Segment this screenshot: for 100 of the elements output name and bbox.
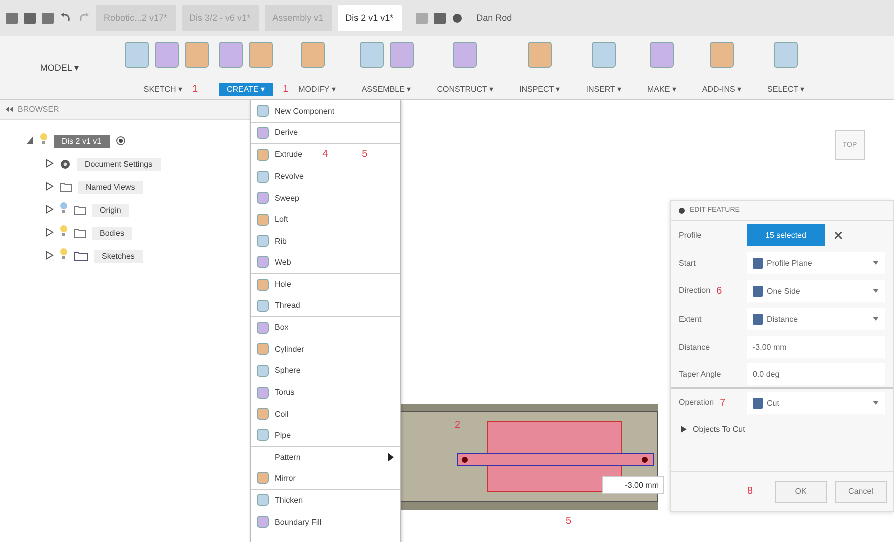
tool-icon[interactable] <box>219 42 244 68</box>
toolbar-menu[interactable]: INSERT ▾ <box>578 83 630 96</box>
menu-item[interactable]: Sphere <box>251 360 400 382</box>
caret-icon <box>873 317 879 321</box>
menu-icon <box>257 256 269 268</box>
bulb-icon[interactable] <box>40 133 48 145</box>
dialog-button[interactable]: OK <box>775 480 827 502</box>
menu-item[interactable]: Cylinder <box>251 338 400 360</box>
folder-icon <box>74 205 86 215</box>
tree-node[interactable]: Dis 2 v1 v1 <box>54 134 110 148</box>
annotation-number: 8 <box>747 486 753 497</box>
close-icon[interactable] <box>835 232 842 238</box>
dropdown[interactable]: Profile Plane <box>747 252 885 274</box>
menu-item[interactable]: Extrude 4 5 <box>251 144 400 166</box>
toolbar-menu[interactable]: CONSTRUCT ▾ <box>429 83 502 96</box>
menu-item[interactable]: Thicken <box>251 490 400 512</box>
field-label: Extent <box>679 314 702 324</box>
menu-icon <box>257 300 269 312</box>
menu-icon <box>257 192 269 204</box>
menu-icon <box>257 148 269 161</box>
menu-item[interactable]: Boundary Fill <box>251 511 400 533</box>
dimension-input[interactable]: -3.00 mm <box>602 476 664 494</box>
document-tab[interactable]: Dis 2 v1 v1* <box>338 5 402 31</box>
undo-icon[interactable] <box>60 13 72 23</box>
dropdown[interactable]: One Side <box>747 280 885 302</box>
tree-node[interactable]: Named Views <box>78 180 144 194</box>
menu-item[interactable]: Pipe <box>251 424 400 446</box>
input-field[interactable]: 0.0 deg <box>747 363 885 385</box>
tool-icon[interactable] <box>592 42 616 68</box>
section-title[interactable]: Objects To Cut <box>693 425 746 434</box>
toolbar-menu[interactable]: ADD-INS ▾ <box>694 83 750 96</box>
collapse-icon[interactable] <box>6 107 14 112</box>
folder-icon <box>60 182 72 192</box>
menu-icon <box>257 494 269 506</box>
tool-icon[interactable] <box>774 42 798 68</box>
collapse-arrow-icon[interactable] <box>26 136 34 145</box>
menu-item[interactable]: Coil <box>251 403 400 425</box>
dialog-button[interactable]: Cancel <box>835 480 887 502</box>
workspace-dropdown[interactable]: MODEL ▾ <box>20 44 100 91</box>
bulb-icon[interactable] <box>60 225 68 237</box>
menu-item[interactable]: Torus <box>251 382 400 404</box>
selection-button[interactable]: 15 selected <box>747 224 825 246</box>
menu-item[interactable]: Rib <box>251 230 400 252</box>
toolbar-menu[interactable]: SKETCH ▾ <box>136 83 191 96</box>
input-field[interactable]: -3.00 mm <box>747 336 885 358</box>
toolbar-menu[interactable]: SELECT ▾ <box>760 83 813 96</box>
menu-item[interactable]: Pattern <box>251 446 400 468</box>
redo-icon[interactable] <box>78 13 90 23</box>
menu-item[interactable]: Loft <box>251 208 400 231</box>
annotation-number: 7 <box>720 398 726 408</box>
toolbar-menu[interactable]: CREATE ▾ <box>219 83 274 96</box>
menu-item[interactable]: Sweep <box>251 187 400 209</box>
tool-icon[interactable] <box>453 42 478 68</box>
tree-node[interactable]: Document Settings <box>77 158 161 170</box>
expand-arrow-icon[interactable] <box>46 251 54 260</box>
menu-item[interactable]: Hole <box>251 274 400 296</box>
menu-icon <box>257 214 269 226</box>
toolbar-menu[interactable]: MODIFY ▾ <box>290 83 344 96</box>
annotation-number: 6 <box>716 286 722 296</box>
dropdown[interactable]: Cut <box>747 392 885 414</box>
tool-icon[interactable] <box>390 42 414 68</box>
tool-icon[interactable] <box>710 42 734 68</box>
tree-node[interactable]: Origin <box>92 204 130 216</box>
bulb-icon[interactable] <box>60 248 68 260</box>
toolbar-menu[interactable]: ASSEMBLE ▾ <box>354 83 420 96</box>
radio-icon[interactable] <box>116 136 126 146</box>
tool-icon[interactable] <box>301 42 326 68</box>
field-label: Taper Angle <box>679 370 722 378</box>
tool-icon[interactable] <box>650 42 674 68</box>
expand-arrow-icon[interactable] <box>681 426 687 433</box>
expand-arrow-icon[interactable] <box>46 228 54 237</box>
toolbar-menu[interactable]: MAKE ▾ <box>640 83 684 96</box>
menu-icon <box>257 386 269 399</box>
menu-item[interactable]: Box <box>251 316 400 339</box>
menu-item[interactable]: Derive <box>251 122 400 144</box>
menu-item[interactable]: Thread <box>251 295 400 317</box>
field-label: Start <box>679 258 696 268</box>
expand-arrow-icon[interactable] <box>46 182 54 191</box>
tool-icon[interactable] <box>249 42 274 68</box>
menu-item[interactable]: Web <box>251 252 400 274</box>
field-label: Direction <box>679 286 711 296</box>
expand-arrow-icon[interactable] <box>46 205 54 214</box>
tree-node[interactable]: Sketches <box>94 250 143 262</box>
menu-icon <box>257 126 269 139</box>
field-label: Profile <box>679 230 702 240</box>
annotation-number: 1 <box>192 84 198 95</box>
dropdown[interactable]: Distance <box>747 308 885 330</box>
dot-icon <box>679 208 685 214</box>
user-name[interactable]: Dan Rod <box>476 13 512 23</box>
bulb-icon[interactable] <box>60 202 68 214</box>
menu-item[interactable]: Revolve <box>251 166 400 188</box>
menu-item[interactable]: Mirror <box>251 468 400 490</box>
toolbar-menu[interactable]: INSPECT ▾ <box>511 83 568 96</box>
annotation-number: 4 <box>322 149 328 160</box>
menu-item[interactable]: New Component <box>251 101 400 123</box>
tool-icon[interactable] <box>360 42 384 68</box>
tree-node[interactable]: Bodies <box>92 226 132 240</box>
tool-icon[interactable] <box>125 42 149 68</box>
expand-arrow-icon[interactable] <box>46 159 54 168</box>
tool-icon[interactable] <box>528 42 552 68</box>
